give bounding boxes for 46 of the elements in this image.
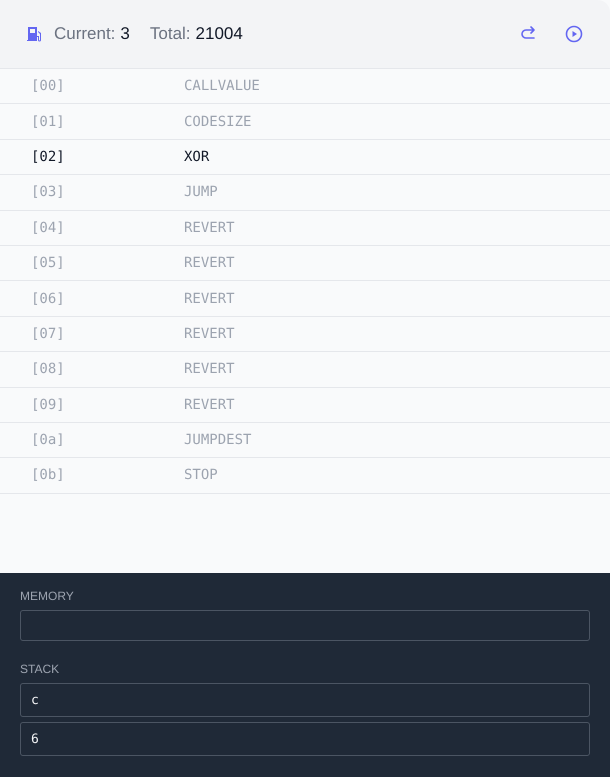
instruction-row[interactable]: [06] REVERT xyxy=(0,281,610,317)
instruction-row[interactable]: [01] CODESIZE xyxy=(0,104,610,140)
instruction-row[interactable]: [07] REVERT xyxy=(0,316,610,352)
opcode-text: JUMP xyxy=(184,184,218,200)
offset-text: [01] xyxy=(30,114,66,130)
opcode-text: REVERT xyxy=(184,290,235,307)
instruction-row[interactable]: [05] REVERT xyxy=(0,246,610,282)
instruction-row[interactable]: [00] CALLVALUE xyxy=(0,69,610,104)
instruction-row[interactable]: [09] REVERT xyxy=(0,388,610,423)
stack-item: 6 xyxy=(20,722,590,756)
instruction-row[interactable]: [0b] STOP xyxy=(0,458,610,494)
instruction-row[interactable]: [08] REVERT xyxy=(0,352,610,388)
current-label: Current: xyxy=(54,24,116,44)
offset-text: [02] xyxy=(30,148,66,165)
opcode-text: STOP xyxy=(184,467,218,484)
opcode-text: REVERT xyxy=(184,396,235,413)
offset-text: [05] xyxy=(30,255,66,272)
offset-text: [06] xyxy=(30,290,66,307)
instruction-row[interactable]: [02] XOR xyxy=(0,140,610,176)
offset-text: [0a] xyxy=(30,432,66,448)
opcode-text: CALLVALUE xyxy=(184,78,260,94)
memory-label: MEMORY xyxy=(20,589,75,603)
opcode-text: REVERT xyxy=(184,220,235,236)
offset-text: [07] xyxy=(30,326,66,342)
fuel-pump-icon xyxy=(26,25,44,43)
total-label: Total: xyxy=(150,24,191,44)
offset-text: [03] xyxy=(30,184,66,200)
total-value: 21004 xyxy=(196,24,243,44)
offset-text: [0b] xyxy=(30,467,66,484)
offset-text: [04] xyxy=(30,220,66,236)
instruction-row[interactable]: [0a] JUMPDEST xyxy=(0,422,610,458)
opcode-text: JUMPDEST xyxy=(184,432,252,448)
offset-text: [00] xyxy=(30,78,66,94)
instruction-row[interactable]: [04] REVERT xyxy=(0,210,610,246)
offset-text: [09] xyxy=(30,396,66,413)
stack-item: c xyxy=(20,683,590,718)
opcode-text: REVERT xyxy=(184,361,235,378)
instruction-row[interactable]: [03] JUMP xyxy=(0,175,610,211)
opcode-text: REVERT xyxy=(184,326,235,342)
opcode-text: XOR xyxy=(184,148,210,165)
current-value: 3 xyxy=(120,24,130,44)
play-icon[interactable] xyxy=(564,24,584,44)
stack-label: STACK xyxy=(20,662,60,676)
opcode-text: CODESIZE xyxy=(184,114,252,130)
offset-text: [08] xyxy=(30,361,66,378)
opcode-text: REVERT xyxy=(184,255,235,272)
